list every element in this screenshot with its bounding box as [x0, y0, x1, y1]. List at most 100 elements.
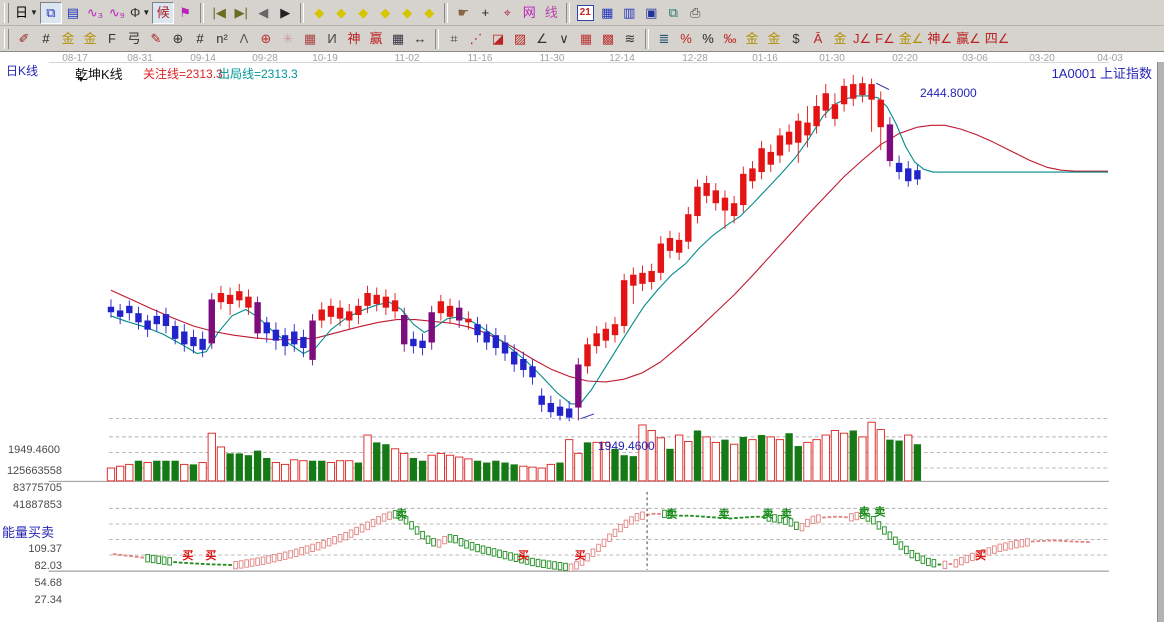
volume-bar-up [575, 453, 582, 480]
permille-icon[interactable]: ‰ [719, 28, 741, 50]
chart-canvas[interactable]: 买买买买买卖卖卖卖卖卖卖 [0, 52, 1164, 622]
gold-angle-icon[interactable]: 金∠ [897, 28, 926, 50]
hash-grid-2-icon[interactable]: # [189, 28, 211, 50]
i-quote-icon[interactable]: И [321, 28, 343, 50]
oscillator-bar [597, 544, 601, 551]
oscillator-dash [1070, 540, 1074, 542]
diamond-right-icon[interactable]: ◆ [330, 2, 352, 24]
percent-strike-icon[interactable]: % [675, 28, 697, 50]
oscillator-dash [228, 564, 232, 566]
money-icon[interactable]: $ [785, 28, 807, 50]
hash-grid-icon[interactable]: # [35, 28, 57, 50]
candle-body [557, 407, 563, 416]
sub-indicator-label[interactable]: 能量买卖 [2, 522, 54, 541]
period-day-button[interactable]: 日▼ [13, 2, 40, 24]
volume-bar-down [795, 446, 802, 481]
candle-body [364, 293, 370, 306]
gold-lines-icon[interactable]: 金 [763, 28, 785, 50]
gann-rays-icon[interactable]: ⋰ [465, 28, 487, 50]
brain-lines-icon[interactable]: 线 [540, 2, 562, 24]
net-tool-icon[interactable]: 网 [518, 2, 540, 24]
gold-grid-2-icon[interactable]: 金 [79, 28, 101, 50]
candle-body [538, 396, 544, 405]
circle-grid-icon[interactable]: ⊕ [167, 28, 189, 50]
target-red-icon[interactable]: ⊕ [255, 28, 277, 50]
trend-line-icon[interactable]: ∠ [531, 28, 553, 50]
next-icon[interactable]: ▶ [274, 2, 296, 24]
candle-style-button[interactable]: Φ▼ [128, 2, 152, 24]
crosshair-tool-icon[interactable]: + [474, 2, 496, 24]
gold-circle-icon[interactable]: 金 [741, 28, 763, 50]
indicator-dropdown-arrow-icon[interactable]: ▼ [77, 75, 85, 84]
v-line-icon[interactable]: ∨ [553, 28, 575, 50]
diamond-compress-icon[interactable]: ◆ [374, 2, 396, 24]
matrix-view-icon[interactable]: ▦ [596, 2, 618, 24]
oscillator-bar [498, 550, 502, 557]
oscillator-bar [344, 533, 348, 540]
oscillator-bar [294, 549, 298, 556]
sub-axis-label: 27.34 [0, 594, 62, 606]
f-grid-icon[interactable]: F [101, 28, 123, 50]
diamond-expand-icon[interactable]: ◆ [352, 2, 374, 24]
star-faded-icon[interactable]: ✳ [277, 28, 299, 50]
volume-bar-up [428, 455, 435, 481]
date-tick-label: 08-31 [115, 53, 165, 64]
oscillator-dash [1059, 540, 1063, 542]
qiankun-kline-icon[interactable]: 候 [152, 2, 174, 24]
list-stats-icon[interactable]: ≣ [653, 28, 675, 50]
info-panel-icon[interactable]: ▤ [62, 2, 84, 24]
ying-grid-icon[interactable]: 赢 [365, 28, 387, 50]
width-adjust-icon[interactable]: ↔ [409, 28, 431, 50]
multi-window-icon[interactable]: ⧉ [662, 2, 684, 24]
last-page-icon[interactable]: ▶| [230, 2, 252, 24]
diamond-zoomout-icon[interactable]: ◆ [418, 2, 440, 24]
ying-angle-icon[interactable]: 赢∠ [954, 28, 983, 50]
pin-tool-icon[interactable]: ⌖ [496, 2, 518, 24]
diamond-zoomin-icon[interactable]: ◆ [396, 2, 418, 24]
hand-tool-icon[interactable]: ☛ [452, 2, 474, 24]
j-angle-icon[interactable]: J∠ [851, 28, 873, 50]
oscillator-bar [250, 559, 254, 566]
shen-angle-icon[interactable]: 神∠ [925, 28, 954, 50]
brush-icon[interactable]: ✐ [13, 28, 35, 50]
calendar-icon[interactable]: 21 [574, 2, 596, 24]
box-select-icon[interactable]: ⌗ [443, 28, 465, 50]
a-line-icon[interactable]: Λ [233, 28, 255, 50]
oscillator-bar [806, 519, 810, 526]
prev-icon[interactable]: ◀ [252, 2, 274, 24]
percent-icon[interactable]: % [697, 28, 719, 50]
oscillator-dash [839, 516, 843, 518]
notes-icon[interactable]: ▥ [618, 2, 640, 24]
av-line-icon[interactable]: Ā [807, 28, 829, 50]
zoom-area-icon[interactable]: ⧉ [40, 2, 62, 24]
gold-box-icon[interactable]: 金 [829, 28, 851, 50]
red-mesh-icon[interactable]: ▦ [575, 28, 597, 50]
parallel-lines-icon[interactable]: ≋ [619, 28, 641, 50]
print-icon[interactable]: ⎙ [684, 2, 706, 24]
f-angle-icon[interactable]: F∠ [873, 28, 897, 50]
si-angle-icon[interactable]: 四∠ [983, 28, 1012, 50]
color-flag-icon[interactable]: ⚑ [174, 2, 196, 24]
diamond-left-icon[interactable]: ◆ [308, 2, 330, 24]
red-mesh-2-icon[interactable]: ▩ [597, 28, 619, 50]
oscillator-bar [168, 558, 172, 565]
wave-3-icon[interactable]: ∿₃ [84, 2, 106, 24]
volume-bar-up [446, 455, 453, 481]
red-pen-grid-icon[interactable]: ✎ [145, 28, 167, 50]
gann-box-icon[interactable]: ◪ [487, 28, 509, 50]
wave-9-icon[interactable]: ∿₉ [106, 2, 128, 24]
n2-grid-icon[interactable]: n² [211, 28, 233, 50]
oscillator-bar [1015, 540, 1019, 547]
save-icon[interactable]: ▣ [640, 2, 662, 24]
grid-123-icon[interactable]: ▦ [387, 28, 409, 50]
bow-grid-icon[interactable]: 弓 [123, 28, 145, 50]
date-tick-label: 03-06 [950, 53, 1000, 64]
candle-body [374, 295, 380, 304]
exit-line-label: 出局线=2313.3 [218, 65, 298, 82]
shen-grid-icon[interactable]: 神 [343, 28, 365, 50]
first-page-icon[interactable]: |◀ [208, 2, 230, 24]
gann-grid-icon[interactable]: ▨ [509, 28, 531, 50]
right-scrollbar[interactable] [1157, 62, 1164, 622]
gold-grid-1-icon[interactable]: 金 [57, 28, 79, 50]
red-grid-icon[interactable]: ▦ [299, 28, 321, 50]
